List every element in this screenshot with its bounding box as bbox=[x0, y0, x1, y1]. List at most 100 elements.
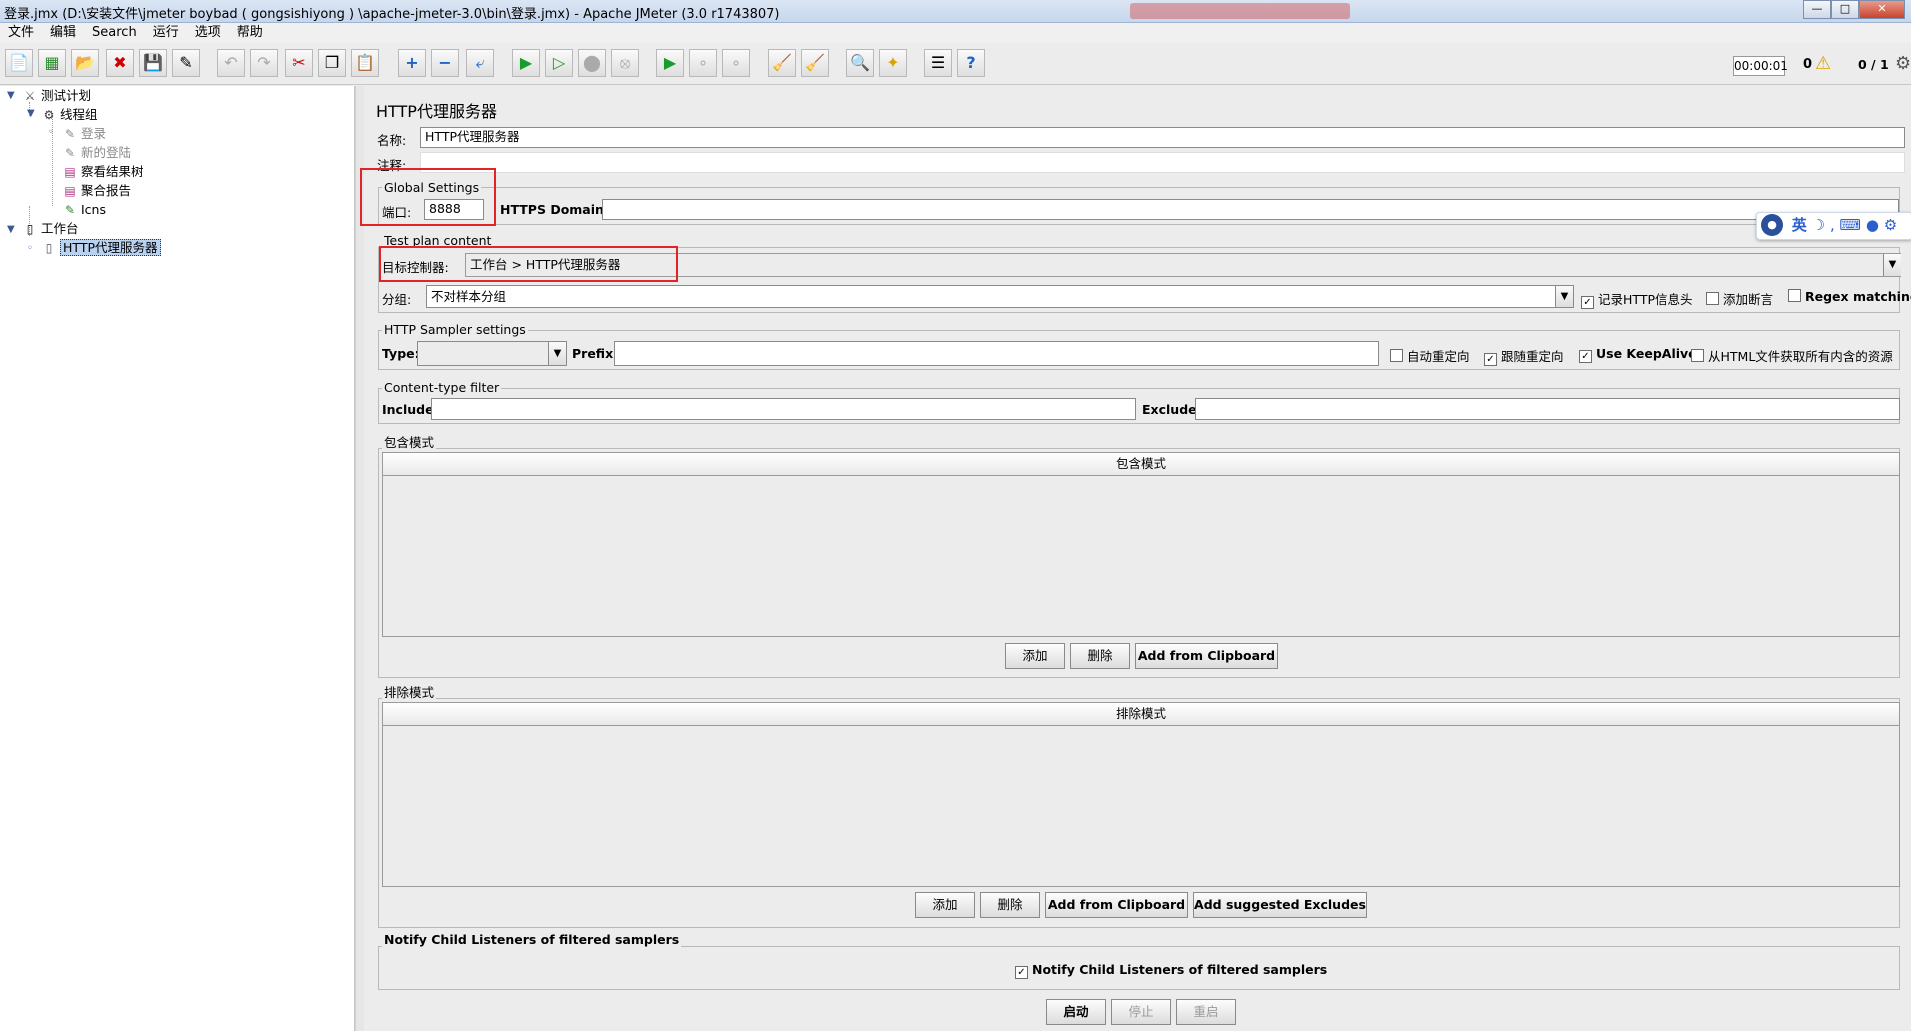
chevron-down-icon[interactable]: ▼ bbox=[548, 342, 566, 365]
start-no-pause-icon[interactable]: ▷ bbox=[545, 49, 573, 77]
stop-button[interactable]: 停止 bbox=[1111, 999, 1171, 1025]
keepalive-checkbox[interactable]: ✓ Use KeepAlive bbox=[1579, 346, 1697, 363]
tree-node-thread-group[interactable]: ⚙ 线程组 bbox=[41, 106, 98, 124]
include-patterns-title: 包含模式 bbox=[382, 432, 437, 451]
tree-node-aggregate-report[interactable]: ▤ 聚合报告 bbox=[62, 182, 131, 200]
help-icon[interactable]: ? bbox=[957, 49, 985, 77]
stop-icon[interactable]: ⬤ bbox=[578, 49, 606, 77]
exclude-patterns-table[interactable]: 排除模式 bbox=[382, 702, 1900, 887]
exclude-add-from-clipboard-button[interactable]: Add from Clipboard bbox=[1045, 892, 1188, 918]
clear-icon[interactable]: 🧹 bbox=[768, 49, 796, 77]
add-assertions-checkbox[interactable]: 添加断言 bbox=[1706, 289, 1773, 308]
remote-start-icon[interactable]: ▶ bbox=[656, 49, 684, 77]
toggle-icon[interactable]: ⤶ bbox=[466, 49, 494, 77]
shutdown-icon[interactable]: ⦻ bbox=[611, 49, 639, 77]
https-domains-field[interactable] bbox=[602, 199, 1899, 220]
embedded-resources-checkbox[interactable]: 从HTML文件获取所有内含的资源 bbox=[1691, 346, 1893, 365]
templates-icon[interactable]: ▦ bbox=[38, 49, 66, 77]
save-icon[interactable]: 💾 bbox=[139, 49, 167, 77]
expand-login-icon[interactable]: ◦ bbox=[48, 127, 54, 138]
thread-count: 0 / 1 bbox=[1858, 57, 1889, 72]
new-icon[interactable]: 📄 bbox=[5, 49, 33, 77]
include-field[interactable] bbox=[431, 398, 1136, 420]
cut-icon[interactable]: ✂ bbox=[285, 49, 313, 77]
workbench-icon: ▯ bbox=[26, 222, 34, 236]
function-helper-icon[interactable]: ☰ bbox=[924, 49, 952, 77]
copy-icon[interactable]: ❐ bbox=[318, 49, 346, 77]
keyboard-icon[interactable]: ⌨ bbox=[1839, 216, 1861, 234]
chevron-down-icon[interactable]: ▼ bbox=[1555, 286, 1573, 307]
close-button[interactable]: ✕ bbox=[1859, 0, 1905, 19]
exclude-delete-button[interactable]: 删除 bbox=[980, 892, 1040, 918]
ime-settings-icon[interactable]: ⚙ bbox=[1884, 216, 1897, 234]
menu-help[interactable]: 帮助 bbox=[229, 23, 271, 43]
window-controls: — □ ✕ bbox=[1803, 0, 1905, 19]
pencil-icon: ✎ bbox=[64, 127, 76, 141]
regex-matching-checkbox[interactable]: Regex matching bbox=[1788, 289, 1911, 304]
type-select[interactable] bbox=[417, 341, 567, 366]
chevron-down-icon[interactable]: ▼ bbox=[1883, 254, 1901, 276]
microphone-icon[interactable]: ● bbox=[1866, 216, 1879, 234]
paste-icon[interactable]: 📋 bbox=[351, 49, 379, 77]
tree-node-login[interactable]: ✎ 登录 bbox=[62, 125, 106, 143]
menu-options[interactable]: 选项 bbox=[187, 23, 229, 43]
notify-child-listeners-checkbox[interactable]: ✓ Notify Child Listeners of filtered samp… bbox=[1015, 962, 1327, 979]
remote-shutdown-icon[interactable]: ∘ bbox=[722, 49, 750, 77]
tree-node-new-login[interactable]: ✎ 新的登陆 bbox=[62, 144, 131, 162]
expand-all-icon[interactable]: + bbox=[398, 49, 426, 77]
tree-node-workbench[interactable]: ▯ 工作台 bbox=[22, 220, 79, 238]
exclude-field[interactable] bbox=[1195, 398, 1900, 420]
remote-stop-icon[interactable]: ∘ bbox=[689, 49, 717, 77]
start-button[interactable]: 启动 bbox=[1046, 999, 1106, 1025]
moon-icon[interactable]: ☽ bbox=[1812, 216, 1825, 234]
ime-language[interactable]: 英 bbox=[1792, 216, 1807, 234]
expand-workbench-icon[interactable]: ▼ bbox=[7, 224, 15, 235]
include-add-from-clipboard-button[interactable]: Add from Clipboard bbox=[1135, 643, 1278, 669]
add-suggested-excludes-button[interactable]: Add suggested Excludes bbox=[1193, 892, 1367, 918]
maximize-button[interactable]: □ bbox=[1831, 0, 1859, 19]
restart-button[interactable]: 重启 bbox=[1176, 999, 1236, 1025]
expand-test-plan-icon[interactable]: ▼ bbox=[7, 90, 15, 101]
collapse-all-icon[interactable]: − bbox=[431, 49, 459, 77]
follow-redirect-checkbox[interactable]: ✓ 跟随重定向 bbox=[1484, 346, 1564, 366]
tree-node-proxy[interactable]: ▯ HTTP代理服务器 bbox=[41, 239, 161, 257]
start-icon[interactable]: ▶ bbox=[512, 49, 540, 77]
include-add-button[interactable]: 添加 bbox=[1005, 643, 1065, 669]
punctuation-icon[interactable]: ‚ bbox=[1830, 216, 1835, 234]
exclude-patterns-title: 排除模式 bbox=[382, 682, 437, 701]
save-as-icon[interactable]: ✎ bbox=[172, 49, 200, 77]
menu-search[interactable]: Search bbox=[84, 23, 145, 43]
include-patterns-table[interactable]: 包含模式 bbox=[382, 452, 1900, 637]
remote-status-icon: ⚙ bbox=[1895, 53, 1911, 74]
include-delete-button[interactable]: 删除 bbox=[1070, 643, 1130, 669]
warning-icon[interactable]: ⚠ bbox=[1815, 53, 1831, 74]
search-icon[interactable]: 🔍 bbox=[846, 49, 874, 77]
exclude-add-button[interactable]: 添加 bbox=[915, 892, 975, 918]
menu-file[interactable]: 文件 bbox=[0, 23, 42, 43]
expand-proxy-icon[interactable]: ◦ bbox=[27, 243, 33, 254]
pencil-icon: ✎ bbox=[64, 203, 76, 217]
redo-icon[interactable]: ↷ bbox=[250, 49, 278, 77]
tree-node-test-plan[interactable]: ⚔ 测试计划 bbox=[22, 87, 91, 105]
record-headers-checkbox[interactable]: ✓ 记录HTTP信息头 bbox=[1581, 289, 1693, 309]
prefix-field[interactable] bbox=[614, 341, 1379, 366]
expand-thread-group-icon[interactable]: ▼ bbox=[27, 108, 35, 119]
minimize-button[interactable]: — bbox=[1803, 0, 1831, 19]
undo-icon[interactable]: ↶ bbox=[217, 49, 245, 77]
close-file-icon[interactable]: ✖ bbox=[106, 49, 134, 77]
group-label: 分组: bbox=[382, 292, 412, 307]
target-controller-select[interactable]: 工作台 > HTTP代理服务器 bbox=[465, 253, 1901, 277]
clear-all-icon[interactable]: 🧹 bbox=[801, 49, 829, 77]
grouping-select[interactable]: 不对样本分组 bbox=[426, 285, 1574, 308]
open-folder-icon[interactable]: 📂 bbox=[71, 49, 99, 77]
tree-node-icns[interactable]: ✎ Icns bbox=[62, 201, 106, 219]
include-patterns-column[interactable]: 包含模式 bbox=[383, 453, 1899, 476]
comment-field[interactable] bbox=[420, 152, 1905, 173]
name-field[interactable]: HTTP代理服务器 bbox=[420, 127, 1905, 148]
menu-edit[interactable]: 编辑 bbox=[42, 23, 84, 43]
menu-run[interactable]: 运行 bbox=[145, 23, 187, 43]
tree-node-results-tree[interactable]: ▤ 察看结果树 bbox=[62, 163, 143, 181]
reset-search-icon[interactable]: ✦ bbox=[879, 49, 907, 77]
exclude-patterns-column[interactable]: 排除模式 bbox=[383, 703, 1899, 726]
auto-redirect-checkbox[interactable]: 自动重定向 bbox=[1390, 346, 1470, 365]
